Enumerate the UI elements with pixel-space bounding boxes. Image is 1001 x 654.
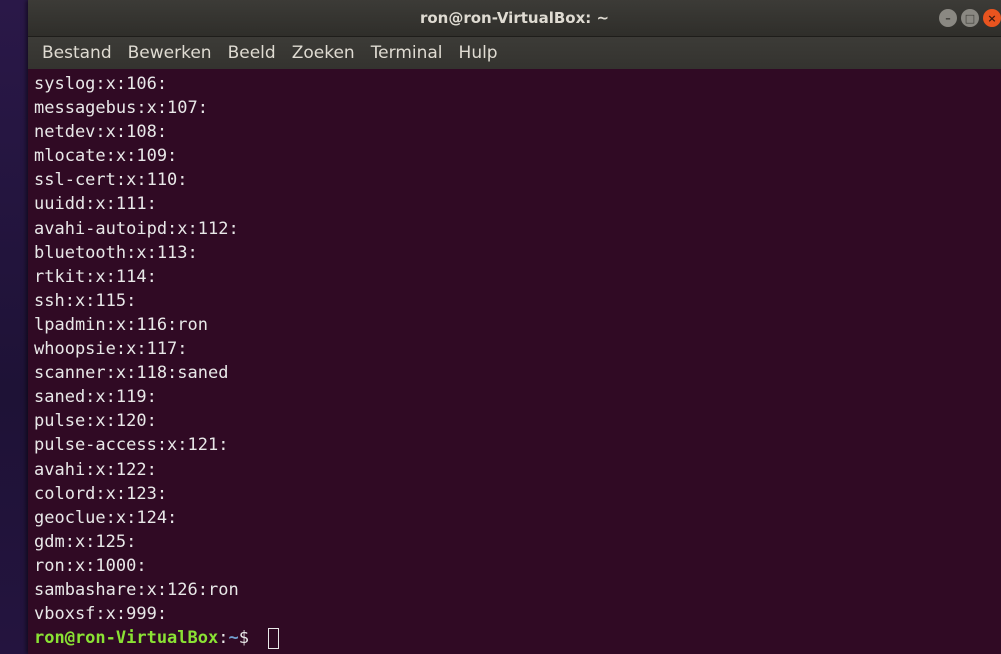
terminal-line: vboxsf:x:999: bbox=[34, 604, 168, 625]
terminal-line: ssh:x:115: bbox=[34, 290, 137, 311]
terminal-line: syslog:x:106: bbox=[34, 74, 168, 94]
menu-terminal[interactable]: Terminal bbox=[371, 43, 443, 63]
terminal-line: whoopsie:x:117: bbox=[34, 339, 188, 360]
terminal-line: ron:x:1000: bbox=[34, 555, 147, 576]
terminal-line: avahi:x:122: bbox=[34, 459, 157, 480]
shell-prompt[interactable]: ron@ron-VirtualBox: ~ $ bbox=[34, 626, 1001, 650]
menu-beeld[interactable]: Beeld bbox=[228, 43, 276, 63]
terminal-line: pulse:x:120: bbox=[34, 411, 157, 432]
terminal-line: netdev:x:108: bbox=[34, 122, 168, 143]
terminal-line: sambashare:x:126:ron bbox=[34, 579, 239, 600]
terminal-line: gdm:x:125: bbox=[34, 531, 137, 552]
terminal-line: colord:x:123: bbox=[34, 483, 168, 504]
terminal-line: scanner:x:118:saned bbox=[34, 363, 229, 384]
maximize-icon[interactable]: □ bbox=[961, 9, 979, 27]
prompt-path: ~ bbox=[228, 628, 239, 649]
menu-zoeken[interactable]: Zoeken bbox=[292, 43, 355, 63]
prompt-separator: : bbox=[218, 628, 229, 649]
terminal-line: rtkit:x:114: bbox=[34, 266, 157, 287]
menu-bar: Bestand Bewerken Beeld Zoeken Terminal H… bbox=[28, 37, 1001, 69]
menu-bewerken[interactable]: Bewerken bbox=[128, 43, 212, 63]
menu-hulp[interactable]: Hulp bbox=[459, 43, 498, 63]
terminal-output[interactable]: syslog:x:106: messagebus:x:107: netdev:x… bbox=[28, 69, 1001, 654]
title-bar[interactable]: ron@ron-VirtualBox: ~ – □ × bbox=[28, 0, 1001, 37]
terminal-line: lpadmin:x:116:ron bbox=[34, 314, 208, 335]
window-controls: – □ × bbox=[939, 9, 1001, 27]
terminal-line: bluetooth:x:113: bbox=[34, 242, 198, 263]
terminal-line: messagebus:x:107: bbox=[34, 98, 208, 119]
terminal-line: ssl-cert:x:110: bbox=[34, 170, 188, 191]
prompt-user-host: ron@ron-VirtualBox bbox=[34, 628, 219, 649]
terminal-window: ron@ron-VirtualBox: ~ – □ × Bestand Bewe… bbox=[28, 0, 1001, 654]
menu-bestand[interactable]: Bestand bbox=[42, 43, 112, 63]
minimize-icon[interactable]: – bbox=[939, 9, 957, 27]
text-cursor bbox=[268, 627, 280, 649]
terminal-line: geoclue:x:124: bbox=[34, 507, 178, 528]
close-icon[interactable]: × bbox=[983, 9, 1001, 27]
terminal-line: saned:x:119: bbox=[34, 387, 157, 408]
terminal-line: pulse-access:x:121: bbox=[34, 435, 229, 456]
window-title: ron@ron-VirtualBox: ~ bbox=[419, 9, 610, 27]
terminal-line: mlocate:x:109: bbox=[34, 146, 178, 167]
prompt-sign: $ bbox=[238, 628, 260, 649]
terminal-line: avahi-autoipd:x:112: bbox=[34, 218, 239, 239]
terminal-line: uuidd:x:111: bbox=[34, 194, 157, 215]
